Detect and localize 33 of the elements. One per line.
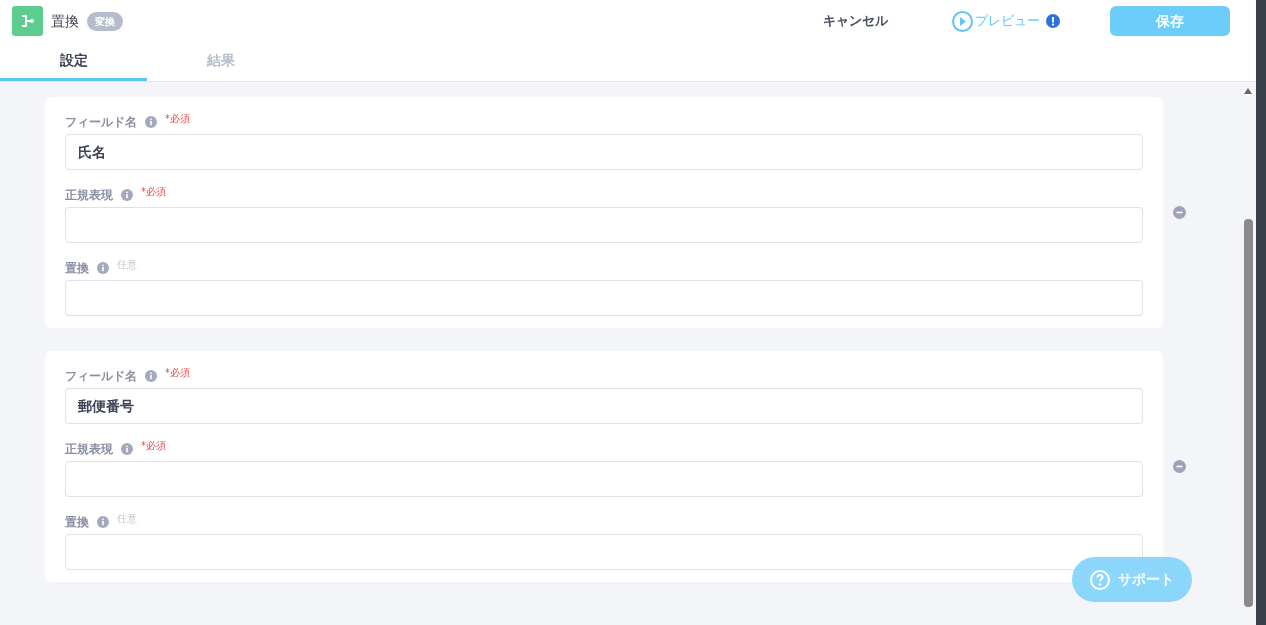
field-label: 正規表現 [65, 441, 113, 458]
cancel-button[interactable]: キャンセル [823, 11, 888, 31]
page-title: 置換 [51, 11, 79, 31]
play-icon [952, 10, 973, 32]
field-label: 正規表現 [65, 187, 113, 204]
field-tag: *必須 [165, 111, 190, 126]
scroll-up-icon[interactable] [1244, 88, 1252, 94]
field-label: 置換 [65, 260, 89, 277]
info-icon[interactable] [121, 443, 133, 455]
category-badge: 変換 [87, 11, 123, 31]
remove-icon[interactable] [1173, 206, 1186, 219]
info-icon[interactable] [97, 262, 109, 274]
input-field[interactable] [65, 534, 1143, 570]
info-icon[interactable] [121, 189, 133, 201]
flow-icon [12, 6, 43, 36]
field-label: 置換 [65, 514, 89, 531]
input-field[interactable] [65, 461, 1143, 497]
field-tag: *必須 [141, 438, 166, 453]
input-field[interactable] [65, 207, 1143, 243]
input-field[interactable]: 郵便番号 [65, 388, 1143, 424]
input-field[interactable] [65, 280, 1143, 316]
field-label: フィールド名 [65, 368, 137, 385]
help-icon [1090, 569, 1110, 590]
field-tag: *必須 [165, 365, 190, 380]
field-label: フィールド名 [65, 114, 137, 131]
info-icon[interactable] [145, 116, 157, 128]
field-tag: *必須 [141, 184, 166, 199]
scrollbar-thumb[interactable] [1243, 219, 1253, 607]
info-icon[interactable] [145, 370, 157, 382]
remove-icon[interactable] [1173, 460, 1186, 473]
alert-icon [1046, 14, 1060, 28]
info-icon[interactable] [97, 516, 109, 528]
input-field[interactable]: 氏名 [65, 134, 1143, 170]
